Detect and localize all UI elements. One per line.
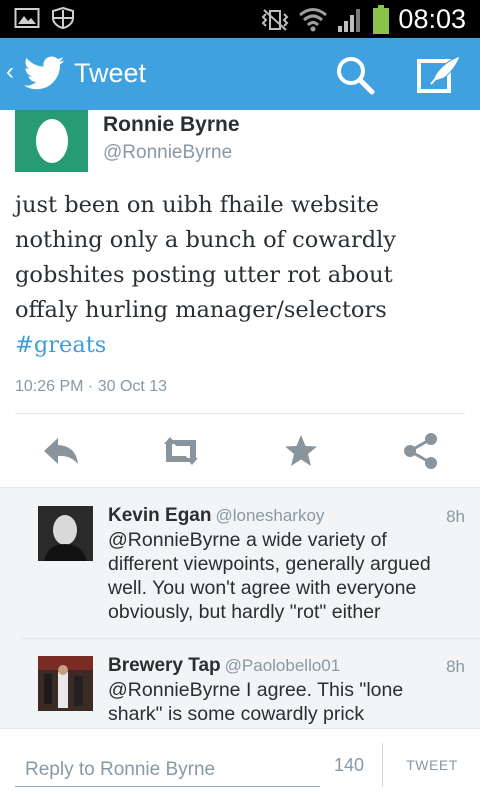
tweet-text: just been on uibh fhaile website nothing… [15,188,470,363]
reply-author[interactable]: Brewery Tap @Paolobello01 [108,655,340,677]
reply-author-handle[interactable]: @lonesharkoy [215,506,324,525]
status-bar-left [14,7,76,29]
share-icon[interactable] [398,428,444,474]
reply-author-name[interactable]: Kevin Egan [108,505,211,526]
reply-age: 8h [446,657,465,676]
reply-item[interactable]: Kevin Egan @lonesharkoy 8h @RonnieByrne a… [0,488,480,638]
reply-text: @RonnieByrne I agree. This "lone shark" … [108,678,468,726]
tweet-text-line: nothing only a bunch of cowardly [15,227,397,253]
twitter-logo[interactable] [22,52,66,96]
composer-divider [382,743,383,787]
tweet-text-line: just been on uibh fhaile website [15,192,379,218]
reply-text-line: shark" is some cowardly prick [108,703,365,725]
tweet-text-line: offaly hurling manager/selectors [15,297,387,323]
character-count: 140 [334,755,365,775]
reply-icon[interactable] [38,428,84,474]
tweet-button[interactable]: TWEET [390,747,474,783]
clock: 08:03 [398,4,466,34]
shield-icon [52,7,74,29]
search-icon[interactable] [334,54,376,96]
tweet-timestamp: 10:26 PM · 30 Oct 13 [15,378,168,395]
author-name[interactable]: Ronnie Byrne [103,113,240,137]
hashtag-link[interactable]: #greats [15,328,470,363]
reply-text: @RonnieByrne a wide variety of different… [108,528,468,624]
status-bar-right: 08:03 [260,4,466,35]
battery-icon [373,4,390,34]
reply-author-name[interactable]: Brewery Tap [108,655,221,676]
gallery-icon [14,8,40,28]
compose-icon[interactable] [414,52,464,98]
avatar[interactable] [38,506,93,561]
signal-icon [338,8,361,32]
reply-item[interactable]: Brewery Tap @Paolobello01 8h @RonnieByrne… [0,639,480,728]
reply-age: 8h [446,507,465,526]
no-vibrate-icon [262,8,289,31]
user-photo-icon [38,506,93,561]
reply-text-line: different viewpoints, generally argued [108,553,431,575]
back-icon[interactable]: ‹ [6,58,14,86]
action-bar: ‹ Tweet [0,38,480,110]
screen-title: Tweet [74,58,147,88]
tweet-text-line: gobshites posting utter rot about [15,262,393,288]
user-photo-icon [38,656,93,711]
retweet-icon[interactable] [158,428,204,474]
reply-composer: 140 TWEET [0,728,480,800]
reply-text-line: well. You won't agree with everyone [108,577,417,599]
reply-input[interactable] [15,753,320,787]
avatar[interactable] [38,656,93,711]
status-bar: 08:03 [0,0,480,38]
reply-text-line: @RonnieByrne I agree. This "lone [108,679,404,701]
egg-avatar-icon [36,119,68,163]
reply-text-line: @RonnieByrne a wide variety of [108,529,387,551]
reply-author-handle[interactable]: @Paolobello01 [225,656,341,675]
author-handle[interactable]: @RonnieByrne [103,142,232,164]
wifi-icon [299,7,328,31]
replies-list: Kevin Egan @lonesharkoy 8h @RonnieByrne a… [0,487,480,728]
favorite-icon[interactable] [278,428,324,474]
author-avatar[interactable] [15,110,88,172]
reply-text-line: obviously, but hardly "rot" either [108,601,381,623]
reply-author[interactable]: Kevin Egan @lonesharkoy [108,505,324,527]
divider [15,413,465,414]
